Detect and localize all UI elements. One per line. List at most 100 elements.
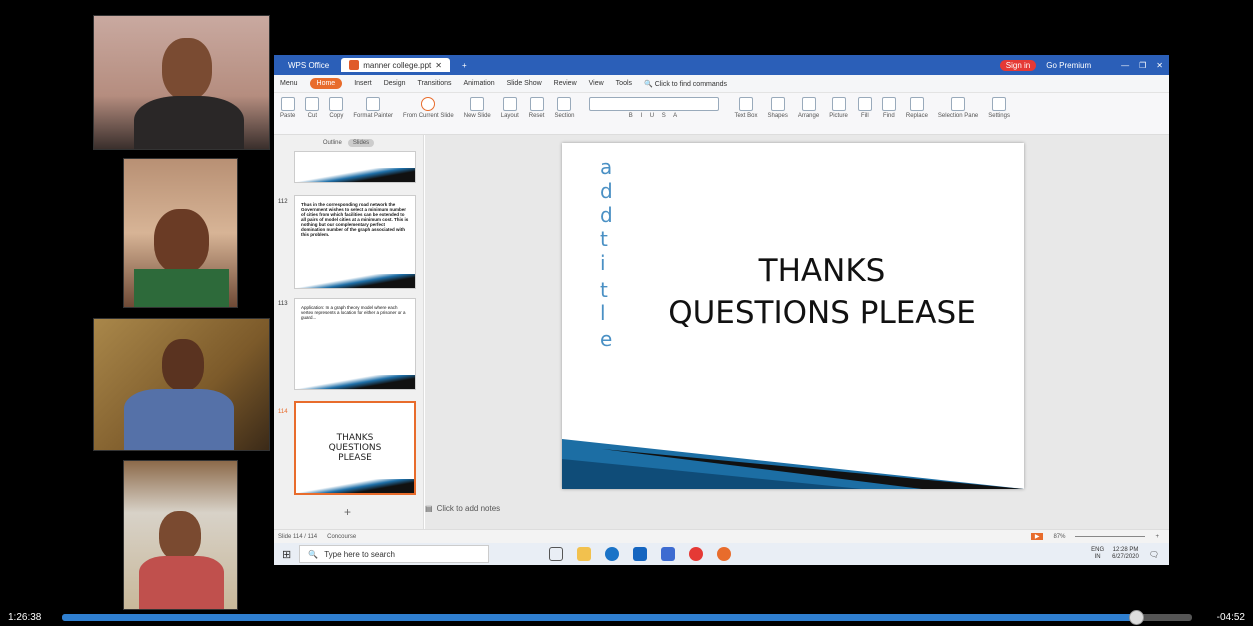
- find-button[interactable]: Find: [881, 97, 896, 119]
- new-tab-icon[interactable]: +: [462, 61, 467, 70]
- copy-button[interactable]: Copy: [329, 97, 343, 119]
- file-explorer-icon[interactable]: [577, 547, 592, 561]
- selection-pane-icon: [951, 97, 966, 111]
- menu-item-menu[interactable]: Menu: [280, 80, 298, 87]
- new-slide-label: New Slide: [463, 113, 491, 119]
- wps-icon[interactable]: [717, 547, 732, 561]
- selection-pane-button[interactable]: Selection Pane: [938, 97, 978, 119]
- menu-item-design[interactable]: Design: [384, 80, 406, 87]
- slide-thumbnail-113[interactable]: Application: In a graph theory model whe…: [294, 298, 416, 390]
- maximize-icon[interactable]: ❐: [1139, 61, 1146, 70]
- menu-item-home[interactable]: Home: [309, 78, 343, 89]
- edge-icon[interactable]: [605, 547, 620, 561]
- cut-button[interactable]: Cut: [305, 97, 320, 119]
- layout-button[interactable]: Layout: [501, 97, 519, 119]
- chrome-icon[interactable]: [689, 547, 704, 561]
- format-painter-label: Format Painter: [353, 113, 394, 119]
- thumb-wave: [295, 375, 415, 389]
- zoom-level[interactable]: 87%: [1053, 534, 1065, 540]
- webcam-participant-1: [93, 15, 270, 150]
- app-title[interactable]: WPS Office: [280, 59, 337, 72]
- slide-thumbnail-111[interactable]: [294, 151, 416, 183]
- clock[interactable]: 12:28 PM 6/27/2020: [1112, 547, 1139, 561]
- slides-pane: Outline Slides 112 Thus in the correspon…: [274, 135, 424, 529]
- participant-body: [139, 556, 224, 609]
- mail-icon[interactable]: [661, 547, 676, 561]
- vertical-letter: a: [600, 155, 613, 179]
- store-icon[interactable]: [633, 547, 648, 561]
- menu-item-insert[interactable]: Insert: [354, 80, 372, 87]
- shapes-button[interactable]: Shapes: [767, 97, 788, 119]
- sign-in-button[interactable]: Sign in: [999, 59, 1037, 71]
- menu-bar: Menu Home Insert Design Transitions Anim…: [274, 75, 1169, 93]
- format-painter-button[interactable]: Format Painter: [353, 97, 393, 119]
- command-search[interactable]: 🔍 Click to find commands: [644, 80, 727, 88]
- layout-label: Layout: [500, 113, 519, 119]
- video-progress-knob[interactable]: [1128, 610, 1144, 625]
- text-box-button[interactable]: Text Box: [734, 97, 757, 119]
- minimize-icon[interactable]: —: [1121, 61, 1129, 70]
- tab-outline[interactable]: Outline: [323, 140, 342, 146]
- add-slide-icon[interactable]: +: [344, 505, 351, 519]
- slide-number-113: 113: [278, 301, 288, 307]
- close-tab-icon[interactable]: ✕: [435, 61, 442, 70]
- slide-thumbnail-114[interactable]: THANKS QUESTIONS PLEASE: [294, 401, 416, 495]
- close-window-icon[interactable]: ✕: [1156, 61, 1163, 70]
- arrange-icon: [801, 97, 816, 111]
- slide-thumbnail-112[interactable]: Thus in the corresponding road network t…: [294, 195, 416, 289]
- participant-face: [162, 339, 204, 391]
- reset-button[interactable]: Reset: [529, 97, 544, 119]
- settings-button[interactable]: Settings: [988, 97, 1010, 119]
- notifications-icon[interactable]: 🗨: [1149, 550, 1159, 559]
- wps-window: WPS Office manner college.ppt ✕ + Sign i…: [274, 55, 1169, 565]
- cut-label: Cut: [307, 113, 318, 119]
- menu-item-animation[interactable]: Animation: [464, 80, 495, 87]
- taskbar-search[interactable]: 🔍 Type here to search: [299, 545, 490, 563]
- menu-item-view[interactable]: View: [589, 80, 604, 87]
- zoom-slider[interactable]: [1075, 536, 1146, 537]
- video-progress-bar[interactable]: [62, 610, 1192, 625]
- font-controls[interactable]: B I U S A: [584, 97, 724, 119]
- tab-slides[interactable]: Slides: [347, 139, 375, 147]
- menu-item-slide-show[interactable]: Slide Show: [507, 80, 542, 87]
- windows-start-icon[interactable]: ⊞: [282, 548, 291, 561]
- menu-item-review[interactable]: Review: [554, 80, 577, 87]
- menu-item-transitions[interactable]: Transitions: [418, 80, 452, 87]
- file-tab[interactable]: manner college.ppt ✕: [341, 58, 450, 72]
- status-bar: Slide 114 / 114 Concourse ▶ 87% +: [274, 529, 1169, 543]
- menu-item-tools[interactable]: Tools: [616, 80, 632, 87]
- cut-icon: [305, 97, 320, 111]
- title-bar: WPS Office manner college.ppt ✕ + Sign i…: [274, 55, 1169, 75]
- slide-editor[interactable]: a d d t i t l e THANKS QUESTIONS PLEASE: [425, 135, 1169, 529]
- lang-indicator[interactable]: ENG IN: [1091, 547, 1104, 561]
- search-icon: 🔍: [308, 549, 319, 559]
- replace-button[interactable]: Replace: [906, 97, 928, 119]
- thumb-text: Thus in the corresponding road network t…: [301, 202, 409, 237]
- section-button[interactable]: Section: [554, 97, 574, 119]
- go-premium-button[interactable]: Go Premium: [1046, 61, 1091, 70]
- zoom-in-icon[interactable]: +: [1155, 534, 1159, 540]
- arrange-button[interactable]: Arrange: [798, 97, 819, 119]
- ppt-icon: [349, 60, 360, 70]
- new-slide-button[interactable]: New Slide: [464, 97, 491, 119]
- picture-button[interactable]: Picture: [829, 97, 848, 119]
- elapsed-time: 1:26:38: [8, 612, 42, 623]
- find-label: Find: [883, 113, 895, 119]
- notes-area[interactable]: ▤ Click to add notes: [425, 501, 500, 515]
- copy-icon: [329, 97, 344, 111]
- pane-tabs: Outline Slides: [274, 135, 423, 151]
- play-slideshow-icon[interactable]: ▶: [1030, 533, 1044, 540]
- vertical-letter: d: [600, 203, 613, 227]
- paste-button[interactable]: Paste: [280, 97, 295, 119]
- arrange-label: Arrange: [797, 113, 820, 119]
- task-view-icon[interactable]: [549, 547, 564, 561]
- fill-icon: [857, 97, 872, 111]
- font-select[interactable]: [589, 97, 720, 111]
- fill-button[interactable]: Fill: [857, 97, 872, 119]
- from-current-slide-button[interactable]: From Current Slide: [403, 97, 454, 119]
- format-painter-icon: [366, 97, 381, 111]
- replace-label: Replace: [905, 113, 928, 119]
- current-slide[interactable]: a d d t i t l e THANKS QUESTIONS PLEASE: [562, 143, 1024, 489]
- slide-title-line-2: QUESTIONS PLEASE: [668, 295, 976, 331]
- taskbar-search-placeholder: Type here to search: [324, 549, 395, 559]
